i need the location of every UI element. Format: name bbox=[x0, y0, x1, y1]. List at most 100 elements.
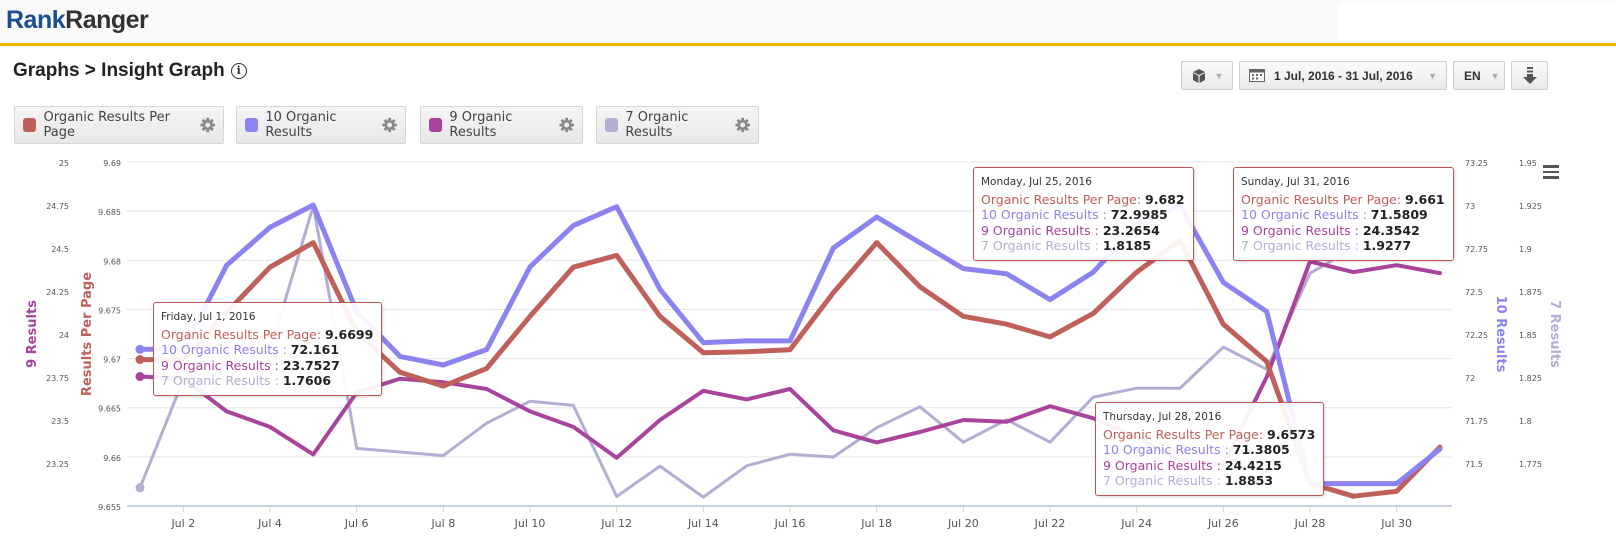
legend-item[interactable]: 10 Organic Results bbox=[236, 106, 406, 144]
axis-title: 9 Results bbox=[25, 300, 40, 368]
y-tick-label: 73.25 bbox=[1465, 159, 1488, 168]
x-tick-label: Jul 6 bbox=[344, 517, 369, 530]
gear-icon[interactable] bbox=[735, 117, 750, 133]
tooltip-row: 7 Organic Results : 1.7606 bbox=[161, 373, 373, 389]
y-tick-label: 73 bbox=[1465, 202, 1475, 211]
tooltip-row: 9 Organic Results : 23.2654 bbox=[981, 223, 1185, 239]
tooltip-label: 9 Organic Results : bbox=[1103, 457, 1225, 473]
gear-icon[interactable] bbox=[200, 117, 215, 133]
cube-icon bbox=[1192, 68, 1205, 83]
x-tick-label: Jul 22 bbox=[1034, 517, 1066, 530]
x-tick-label: Jul 4 bbox=[257, 517, 282, 530]
tooltip-row: 10 Organic Results : 71.5809 bbox=[1241, 207, 1445, 223]
download-icon bbox=[1522, 66, 1537, 84]
data-point[interactable] bbox=[135, 372, 145, 382]
page-title: Graphs > Insight Graph i bbox=[13, 60, 247, 82]
y-tick-label: 24.75 bbox=[46, 202, 69, 211]
tooltip-value: 72.9985 bbox=[1110, 207, 1168, 222]
logo-ranger: Ranger bbox=[65, 6, 149, 34]
y-tick-label: 9.69 bbox=[103, 159, 121, 168]
tooltip-label: 9 Organic Results : bbox=[161, 357, 283, 373]
tooltip-value: 23.7527 bbox=[282, 357, 340, 373]
x-tick-label: Jul 26 bbox=[1207, 517, 1239, 530]
legend-label: 10 Organic Results bbox=[265, 110, 337, 140]
tooltip-value: 1.8185 bbox=[1102, 238, 1152, 253]
gear-icon[interactable] bbox=[382, 117, 397, 133]
y-tick-label: 1.925 bbox=[1519, 202, 1542, 211]
tooltip-row: Organic Results Per Page: 9.6573 bbox=[1103, 427, 1315, 443]
tooltip-row: Organic Results Per Page: 9.682 bbox=[981, 192, 1185, 208]
legend-swatch bbox=[605, 118, 619, 132]
tooltip-label: 10 Organic Results : bbox=[981, 207, 1111, 222]
view-mode-dropdown[interactable]: ▼ bbox=[1181, 61, 1233, 90]
info-icon[interactable]: i bbox=[230, 63, 247, 79]
y-tick-label: 9.665 bbox=[98, 405, 121, 414]
y-tick-label: 23.75 bbox=[46, 374, 69, 383]
logo-rank: Rank bbox=[6, 6, 66, 34]
tooltip-value: 24.4215 bbox=[1224, 457, 1282, 473]
x-tick-label: Jul 28 bbox=[1294, 517, 1326, 530]
y-tick-label: 9.655 bbox=[98, 503, 121, 512]
legend-item[interactable]: 7 Organic Results bbox=[596, 106, 759, 144]
tooltip-date: Monday, Jul 25, 2016 bbox=[981, 176, 1092, 188]
language-dropdown[interactable]: EN ▼ bbox=[1453, 61, 1505, 90]
tooltip-value: 9.6573 bbox=[1267, 426, 1316, 442]
rankranger-logo[interactable]: RankRanger bbox=[6, 6, 149, 35]
tooltip-label: 10 Organic Results : bbox=[1103, 442, 1233, 457]
hamburger-menu-icon[interactable] bbox=[1543, 165, 1559, 179]
header-blank-area bbox=[1338, 3, 1616, 40]
chevron-down-icon: ▼ bbox=[1490, 70, 1500, 81]
tooltip-label: 9 Organic Results : bbox=[1241, 222, 1363, 238]
date-range-picker[interactable]: 1 Jul, 2016 - 31 Jul, 2016 ▼ bbox=[1239, 61, 1447, 90]
x-tick-label: Jul 30 bbox=[1380, 517, 1412, 530]
chart-tooltip: Friday, Jul 1, 2016 Organic Results Per P… bbox=[153, 302, 383, 396]
tooltip-label: 9 Organic Results : bbox=[981, 222, 1103, 238]
tooltip-date: Sunday, Jul 31, 2016 bbox=[1241, 176, 1350, 188]
data-point[interactable] bbox=[135, 483, 145, 493]
tooltip-value: 71.3805 bbox=[1232, 442, 1290, 457]
chart-tooltip: Sunday, Jul 31, 2016 Organic Results Per … bbox=[1233, 167, 1454, 261]
y-tick-label: 72 bbox=[1465, 374, 1475, 383]
y-tick-label: 1.85 bbox=[1519, 331, 1537, 340]
axis-title: 7 Results bbox=[1547, 300, 1562, 368]
y-tick-label: 24.5 bbox=[51, 245, 69, 254]
x-tick-label: Jul 14 bbox=[687, 517, 719, 530]
y-tick-label: 23.25 bbox=[46, 460, 69, 469]
legend-swatch bbox=[23, 118, 37, 132]
x-tick-label: Jul 8 bbox=[430, 517, 455, 530]
tooltip-label: 7 Organic Results : bbox=[1241, 238, 1363, 253]
y-tick-label: 9.685 bbox=[98, 208, 121, 217]
tooltip-label: Organic Results Per Page: bbox=[1241, 191, 1406, 207]
chart-tooltip: Thursday, Jul 28, 2016 Organic Results Pe… bbox=[1095, 402, 1325, 496]
y-tick-label: 1.95 bbox=[1519, 159, 1537, 168]
tooltip-row: Organic Results Per Page: 9.6699 bbox=[161, 327, 373, 343]
legend-item[interactable]: Organic Results Per Page bbox=[14, 106, 224, 144]
tooltip-row: 10 Organic Results : 72.9985 bbox=[981, 207, 1185, 223]
x-tick-label: Jul 24 bbox=[1120, 517, 1152, 530]
tooltip-label: Organic Results Per Page: bbox=[1103, 426, 1268, 442]
tooltip-value: 72.161 bbox=[290, 342, 340, 357]
tooltip-date: Thursday, Jul 28, 2016 bbox=[1103, 411, 1222, 423]
y-tick-label: 9.675 bbox=[98, 306, 121, 315]
legend-item[interactable]: 9 Organic Results bbox=[420, 106, 583, 144]
tooltip-row: 10 Organic Results : 71.3805 bbox=[1103, 442, 1315, 458]
x-tick-label: Jul 18 bbox=[860, 517, 892, 530]
y-tick-label: 9.67 bbox=[103, 356, 121, 365]
download-button[interactable] bbox=[1511, 61, 1548, 90]
tooltip-value: 23.2654 bbox=[1102, 222, 1160, 238]
data-point[interactable] bbox=[135, 355, 145, 365]
tooltip-date: Friday, Jul 1, 2016 bbox=[161, 311, 256, 323]
legend-label: 7 Organic Results bbox=[625, 110, 689, 140]
y-tick-label: 9.66 bbox=[103, 454, 121, 463]
y-tick-label: 9.68 bbox=[103, 257, 121, 266]
legend-label: 9 Organic Results bbox=[449, 110, 513, 140]
y-tick-label: 24 bbox=[59, 331, 69, 340]
data-point[interactable] bbox=[135, 344, 145, 354]
breadcrumb: Graphs > Insight Graph bbox=[13, 60, 225, 81]
gear-icon[interactable] bbox=[559, 117, 574, 133]
tooltip-value: 1.8853 bbox=[1224, 473, 1274, 488]
tooltip-label: 7 Organic Results : bbox=[1103, 473, 1225, 488]
chevron-down-icon: ▼ bbox=[1428, 70, 1437, 81]
legend-swatch bbox=[429, 118, 443, 132]
y-tick-label: 25 bbox=[59, 159, 69, 168]
